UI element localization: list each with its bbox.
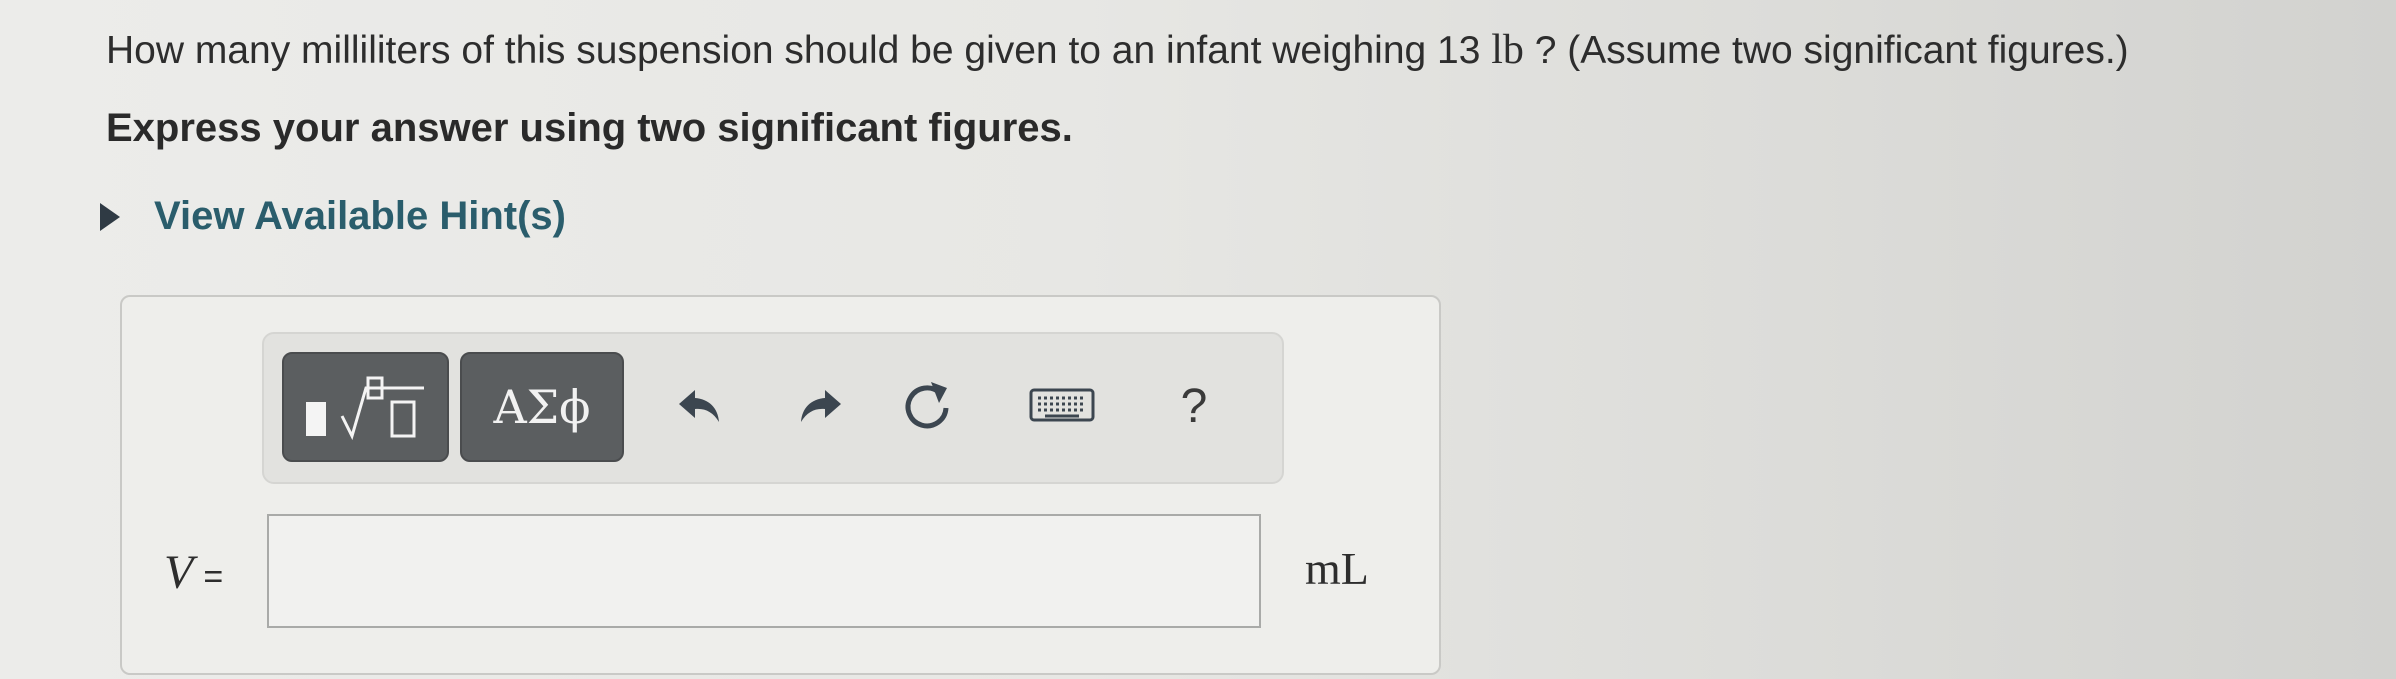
question-text-after: ? (Assume two significant figures.) [1523,29,2129,72]
question-weight-unit: lb [1491,27,1524,73]
math-toolbar: ΑΣϕ ? [262,332,1284,484]
question-text-before: How many milliliters of this suspension … [106,29,1492,72]
answer-variable-label: V = [164,545,223,600]
answer-panel: ΑΣϕ ? V = mL [120,295,1441,675]
view-hints-toggle[interactable]: View Available Hint(s) [100,194,566,239]
view-hints-label: View Available Hint(s) [154,194,566,238]
keyboard-button[interactable] [1022,374,1102,438]
answer-equals: = [203,558,224,596]
greek-symbols-button[interactable]: ΑΣϕ [460,352,624,462]
redo-button[interactable] [787,374,851,438]
answer-input[interactable] [267,514,1261,628]
reset-icon [905,382,949,429]
templates-icon [305,376,424,441]
redo-icon [801,390,841,422]
undo-button[interactable] [669,374,733,438]
undo-icon [679,390,719,422]
expand-triangle-icon [100,202,120,231]
answer-instruction: Express your answer using two significan… [106,106,1073,150]
answer-unit: mL [1305,543,1369,594]
reset-button[interactable] [895,374,959,438]
question-text: How many milliliters of this suspension … [106,20,2129,81]
keyboard-icon [1029,388,1095,422]
help-button[interactable]: ? [1162,374,1226,438]
templates-button[interactable] [282,352,449,462]
answer-variable: V [164,546,194,599]
